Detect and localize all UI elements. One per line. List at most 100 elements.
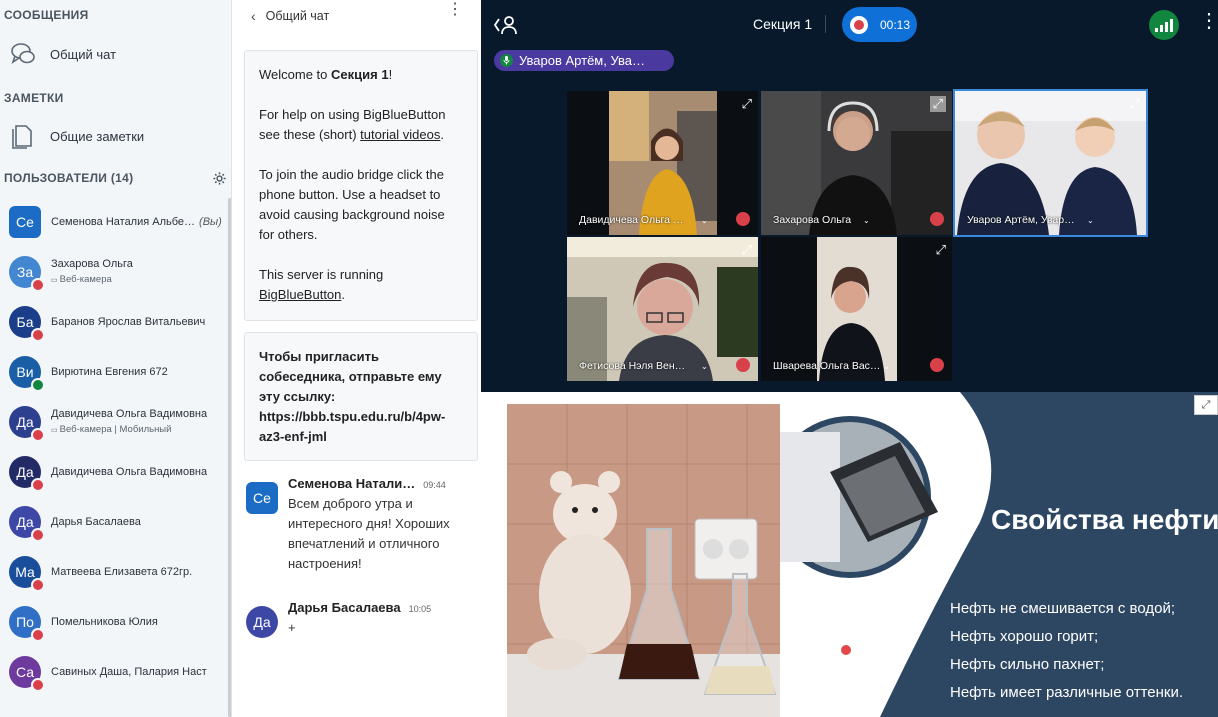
avatar-initials: Да xyxy=(16,464,34,480)
video-tile[interactable]: ⤢ Шварева Ольга Вас… ⌄ xyxy=(761,237,952,381)
user-name: Помельникова Юлия xyxy=(51,615,158,630)
chevron-left-icon[interactable]: ‹ xyxy=(251,8,256,24)
chevron-down-icon[interactable]: ⌄ xyxy=(883,362,890,371)
tutorial-videos-link[interactable]: tutorial videos xyxy=(360,127,440,142)
user-name: Захарова Ольга xyxy=(51,257,133,272)
message-avatar: Се xyxy=(246,482,278,514)
chat-options-icon[interactable]: ⋮ xyxy=(447,2,463,18)
message-header: Дарья Басалаева 10:05 xyxy=(288,600,476,615)
user-list-item[interactable]: Да Давидичева Ольга Вадимовна ▭ Веб-камера … xyxy=(0,397,228,447)
message-text: + xyxy=(288,620,296,635)
user-name: Савиных Даша, Палария Наст xyxy=(51,665,207,680)
avatar-initials: За xyxy=(16,264,34,280)
video-tile[interactable]: ⤢ Фетисова Нэля Вен… ⌄ xyxy=(567,237,758,381)
server-paragraph: This server is running BigBlueButton. xyxy=(259,265,463,305)
user-avatar: Ба xyxy=(9,306,45,342)
public-chat-nav-item[interactable]: Общий чат xyxy=(0,34,231,74)
user-list-item[interactable]: Да Дарья Басалаева xyxy=(0,497,228,547)
avatar-initials: По xyxy=(16,614,34,630)
chat-header: ‹ Общий чат ⋮ xyxy=(233,0,481,32)
avatar-initials: Ба xyxy=(16,314,34,330)
fullscreen-icon[interactable]: ⤢ xyxy=(1130,96,1140,112)
video-user-name[interactable]: Фетисова Нэля Вен… xyxy=(579,360,685,372)
chat-title[interactable]: Общий чат xyxy=(266,9,330,23)
user-list-item[interactable]: По Помельникова Юлия xyxy=(0,597,228,647)
chat-panel: ‹ Общий чат ⋮ Welcome to Секция 1! For h… xyxy=(233,0,481,717)
chevron-down-icon[interactable]: ⌄ xyxy=(701,362,708,371)
muted-mic-icon xyxy=(930,212,944,226)
video-tile[interactable]: ⤢ Давидичева Ольга … ⌄ xyxy=(567,91,758,235)
welcome-text: Welcome to xyxy=(259,67,332,82)
avatar-initials: Се xyxy=(16,214,34,230)
video-tile[interactable]: ⤢ Захарова Ольга ⌄ xyxy=(761,91,952,235)
user-list-item[interactable]: Ма Матвеева Елизавета 672гр. xyxy=(0,547,228,597)
gear-icon[interactable] xyxy=(212,171,227,186)
fullscreen-icon[interactable]: ⤢ xyxy=(742,242,752,258)
signal-bar-icon xyxy=(1155,28,1158,32)
video-user-name[interactable]: Давидичева Ольга … xyxy=(579,214,683,226)
public-chat-label: Общий чат xyxy=(50,46,117,62)
user-status-text: Веб-камера | Мобильный xyxy=(59,423,172,435)
user-name-text: Захарова Ольга xyxy=(51,257,133,270)
webcam-icon: ▭ xyxy=(51,426,58,434)
shared-notes-label: Общие заметки xyxy=(50,128,145,144)
video-user-name[interactable]: Шварева Ольга Вас… xyxy=(773,360,880,372)
user-name: Давидичева Ольга Вадимовна xyxy=(51,465,207,480)
user-list-scrollbar[interactable] xyxy=(228,198,231,717)
user-info: Давидичева Ольга Вадимовна xyxy=(51,465,207,480)
fullscreen-icon[interactable]: ⤢ xyxy=(929,96,946,112)
audio-help-paragraph: To join the audio bridge click the phone… xyxy=(259,167,445,242)
muted-mic-icon xyxy=(31,328,45,342)
talking-user-names: Уваров Артём, Ува… xyxy=(519,53,645,68)
user-name: Баранов Ярослав Витальевич xyxy=(51,315,205,330)
bbb-app: СООБЩЕНИЯ Общий чат ЗАМЕТКИ Общие заметк… xyxy=(0,0,1218,717)
presentation-area: Свойства нефти Нефть не смешивается с во… xyxy=(481,392,1218,717)
talking-indicator[interactable]: Уваров Артём, Ува… xyxy=(494,50,674,71)
user-list-item[interactable]: Ви Вирютина Евгения 672 xyxy=(0,347,228,397)
messages-section-title: СООБЩЕНИЯ xyxy=(4,8,89,22)
video-user-name[interactable]: Захарова Ольга xyxy=(773,214,851,226)
chevron-down-icon[interactable]: ⌄ xyxy=(863,216,870,225)
message-time: 09:44 xyxy=(423,480,446,490)
signal-bar-icon xyxy=(1170,19,1173,32)
video-user-name[interactable]: Уваров Артём, Увар… xyxy=(967,214,1075,226)
user-avatar: Да xyxy=(9,406,45,442)
chevron-down-icon[interactable]: ⌄ xyxy=(1087,216,1094,225)
user-avatar: По xyxy=(9,606,45,642)
bigbluebutton-link[interactable]: BigBlueButton xyxy=(259,287,341,302)
options-menu-icon[interactable]: ⋮ xyxy=(1199,11,1218,31)
user-name-text: Вирютина Евгения 672 xyxy=(51,365,168,378)
recording-button[interactable]: 00:13 xyxy=(842,7,917,42)
fullscreen-presentation-button[interactable]: ⤢ xyxy=(1194,395,1218,415)
avatar-initials: Ма xyxy=(15,564,35,580)
video-tile-active-speaker[interactable]: ⤢ Уваров Артём, Увар… ⌄ xyxy=(953,89,1148,237)
chat-bubbles-icon xyxy=(11,43,35,64)
user-name-text: Семенова Наталия Альбе… xyxy=(51,215,196,228)
invite-message: Чтобы пригласить собеседника, отправьте … xyxy=(244,332,478,461)
title-divider xyxy=(825,15,826,33)
fullscreen-icon[interactable]: ⤢ xyxy=(936,242,946,258)
user-list-item[interactable]: Да Давидичева Ольга Вадимовна xyxy=(0,447,228,497)
shared-notes-nav-item[interactable]: Общие заметки xyxy=(0,116,231,156)
avatar-initials: Ви xyxy=(16,364,34,380)
connection-status-button[interactable] xyxy=(1149,10,1179,40)
fullscreen-icon[interactable]: ⤢ xyxy=(742,96,752,112)
muted-mic-icon xyxy=(736,212,750,226)
user-list-item[interactable]: Ба Баранов Ярослав Витальевич xyxy=(0,297,228,347)
user-list-item[interactable]: Се Семенова Наталия Альбе… (Вы) xyxy=(0,197,228,247)
toggle-userlist-icon[interactable] xyxy=(493,14,519,36)
user-info: Вирютина Евгения 672 xyxy=(51,365,168,380)
user-info: Савиных Даша, Палария Наст xyxy=(51,665,207,680)
record-icon xyxy=(850,15,868,34)
user-name: Матвеева Елизавета 672гр. xyxy=(51,565,192,580)
help-paragraph: For help on using BigBlueButton see thes… xyxy=(259,105,463,145)
user-list-item[interactable]: Са Савиных Даша, Палария Наст xyxy=(0,647,228,697)
muted-mic-icon xyxy=(31,628,45,642)
user-list-item[interactable]: За Захарова Ольга ▭ Веб-камера xyxy=(0,247,228,297)
video-area: Секция 1 00:13 ⋮ Уваров Артём, Ува… ⤢ Да… xyxy=(481,0,1218,392)
message-sender: Дарья Басалаева xyxy=(288,600,401,615)
muted-mic-icon xyxy=(930,358,944,372)
user-info: Дарья Басалаева xyxy=(51,515,141,530)
user-info: Семенова Наталия Альбе… (Вы) xyxy=(51,215,222,230)
chevron-down-icon[interactable]: ⌄ xyxy=(701,216,708,225)
